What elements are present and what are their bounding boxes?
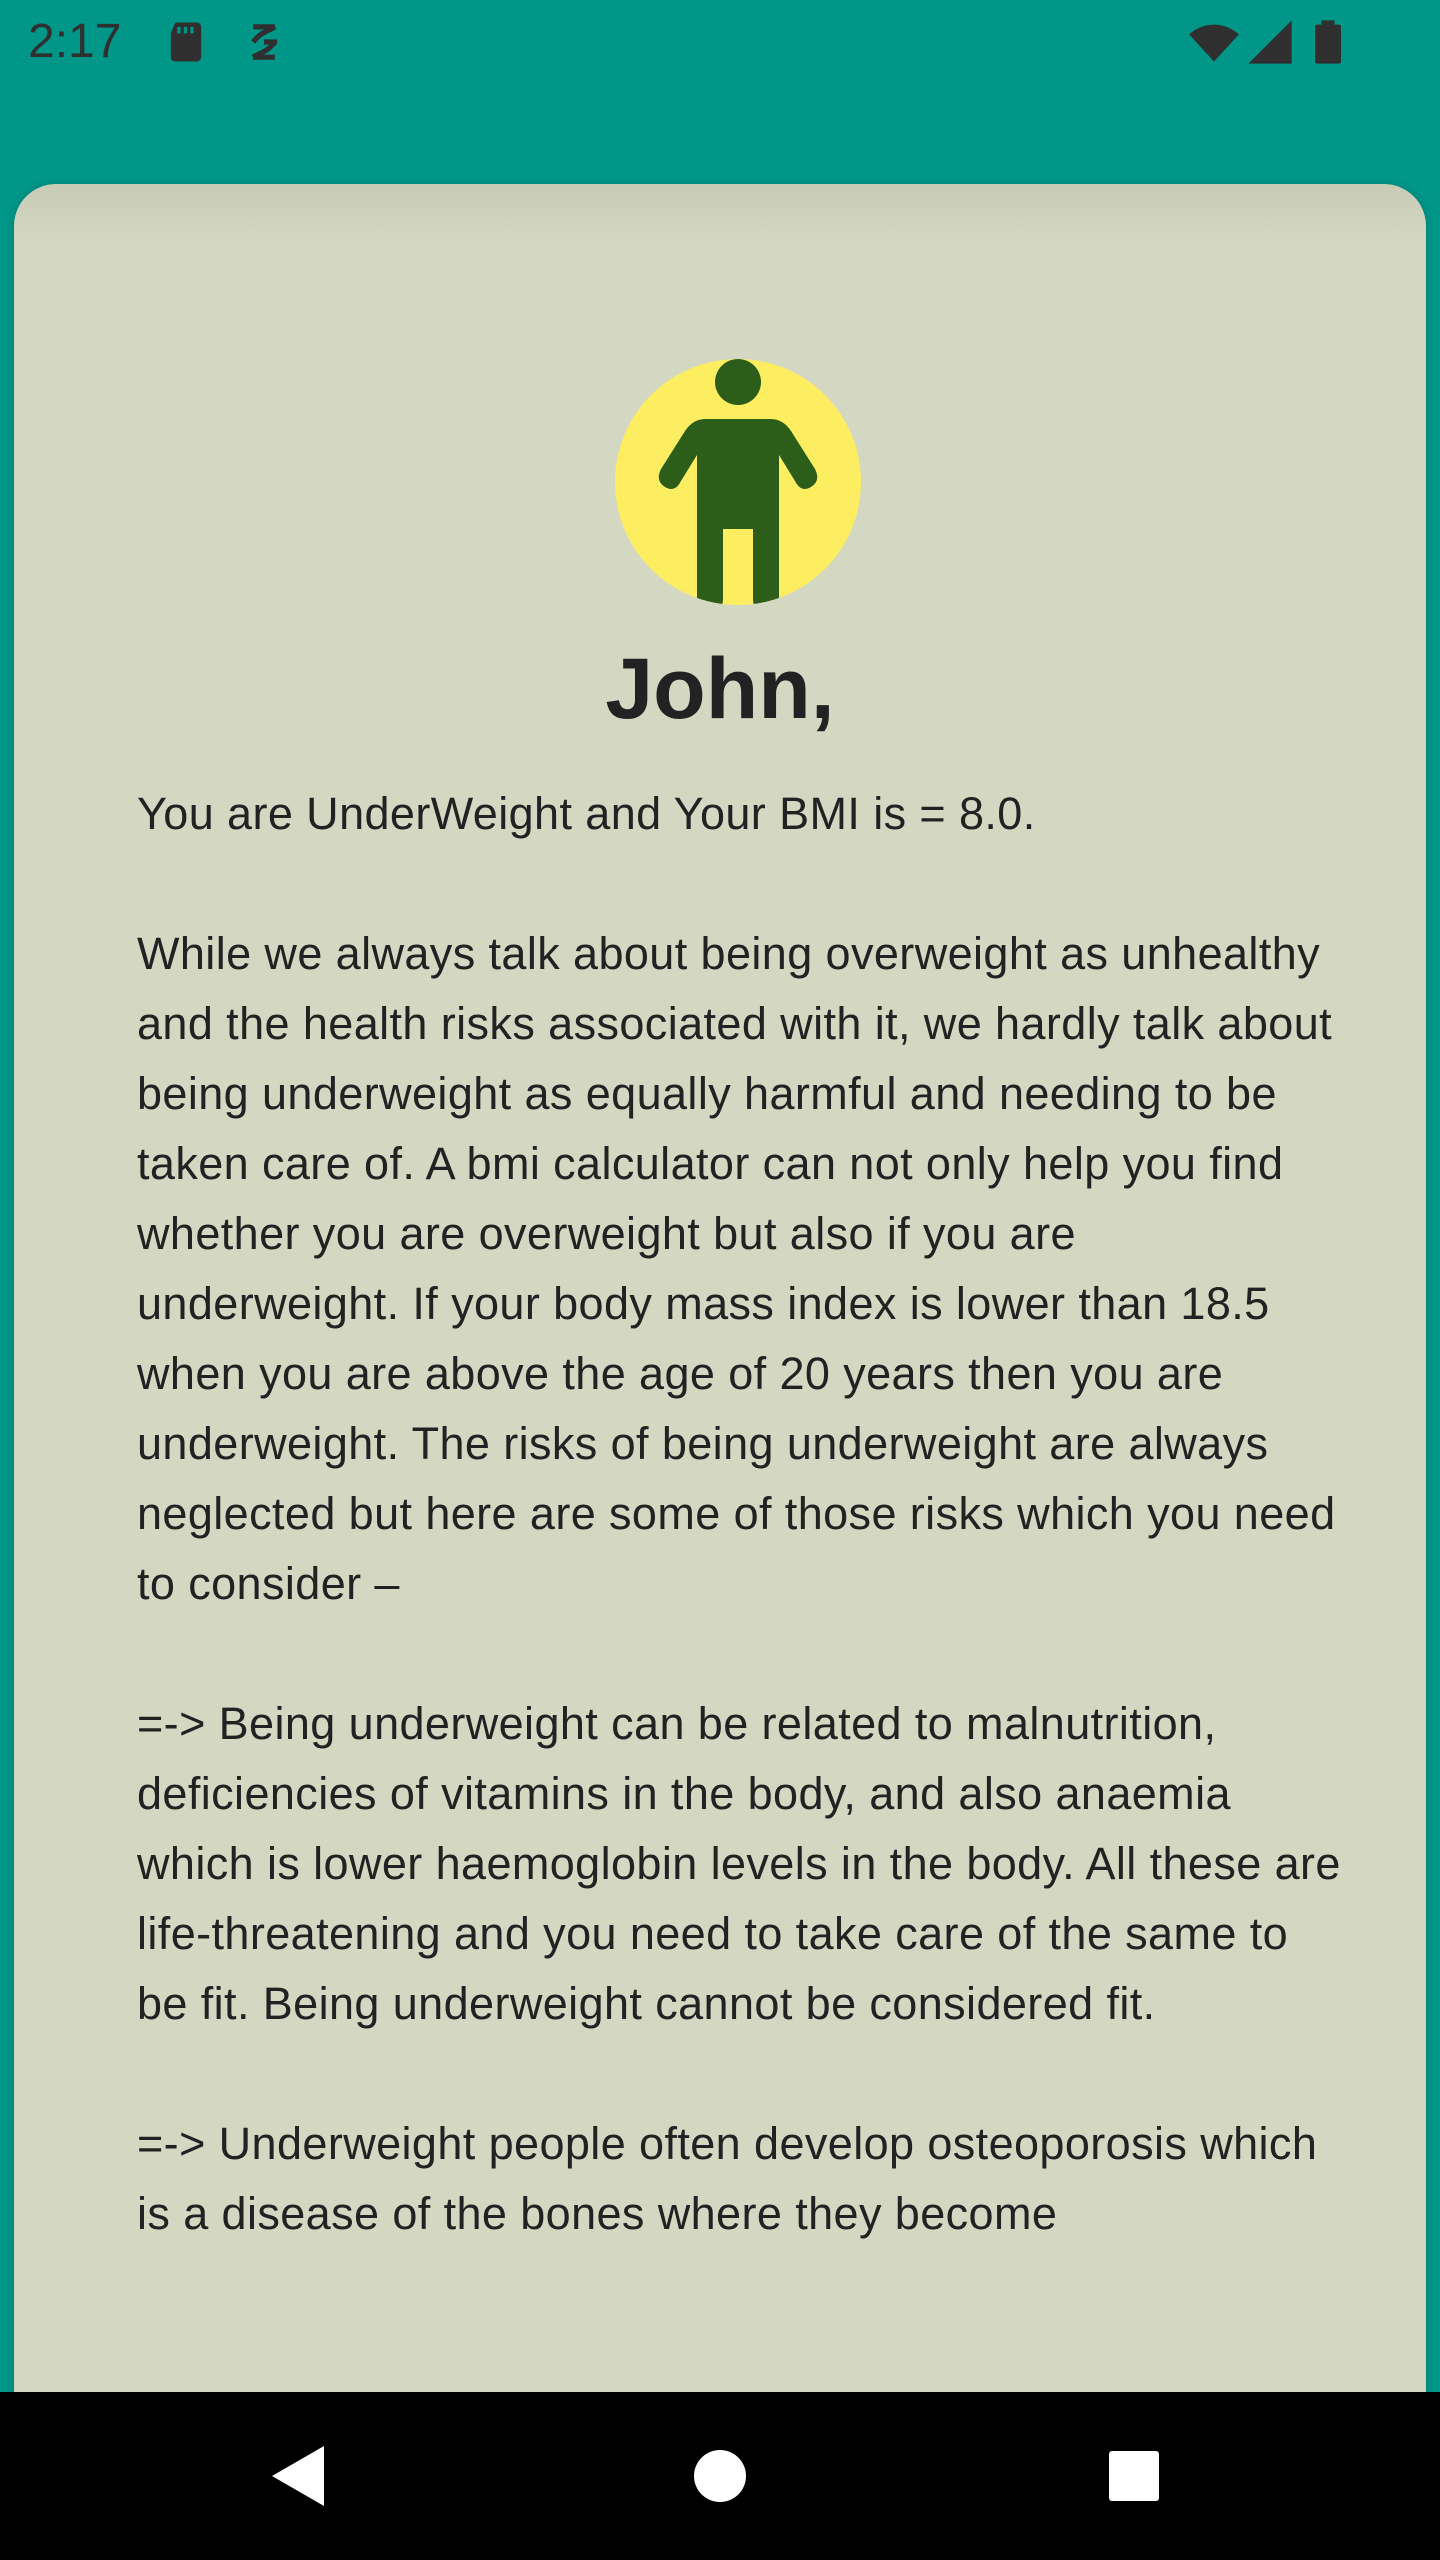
back-triangle-icon[interactable]: [258, 2434, 342, 2518]
recents-square-icon[interactable]: [1092, 2434, 1176, 2518]
home-circle-icon[interactable]: [678, 2434, 762, 2518]
sync-icon: [238, 16, 290, 68]
navigation-bar: [0, 2392, 1440, 2560]
result-card: John, You are UnderWeight and Your BMI i…: [14, 184, 1426, 2484]
underweight-info-paragraph: While we always talk about being overwei…: [137, 928, 1336, 1609]
person-icon: [658, 359, 818, 605]
bmi-summary: You are UnderWeight and Your BMI is = 8.…: [137, 788, 1036, 839]
battery-icon: [1302, 16, 1354, 68]
risk-osteoporosis-paragraph: =-> Underweight people often develop ost…: [137, 2118, 1318, 2239]
status-bar: 2:17: [0, 0, 1440, 84]
bmi-result-text: You are UnderWeight and Your BMI is = 8.…: [137, 779, 1347, 2319]
avatar: [615, 359, 861, 605]
sd-card-icon: [160, 16, 212, 68]
wifi-icon: [1188, 16, 1240, 68]
user-name: John,: [605, 641, 835, 737]
status-time: 2:17: [28, 15, 122, 68]
risk-malnutrition-paragraph: =-> Being underweight can be related to …: [137, 1698, 1341, 2029]
signal-icon: [1244, 16, 1296, 68]
